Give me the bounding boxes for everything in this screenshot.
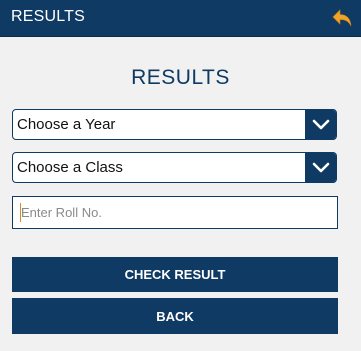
app-bar-title: RESULTS bbox=[11, 8, 86, 25]
top-app-bar: RESULTS bbox=[0, 0, 361, 37]
class-select-value: Choose a Class bbox=[17, 159, 123, 176]
text-caret bbox=[20, 203, 21, 222]
back-button[interactable]: BACK bbox=[12, 298, 338, 334]
year-select[interactable]: Choose a Year bbox=[12, 109, 337, 140]
class-select[interactable]: Choose a Class bbox=[12, 152, 337, 183]
year-select-value: Choose a Year bbox=[17, 116, 116, 133]
check-result-button[interactable]: CHECK RESULT bbox=[12, 257, 338, 292]
roll-number-input[interactable] bbox=[12, 196, 338, 229]
page-title: RESULTS bbox=[131, 66, 230, 89]
chevron-down-icon[interactable] bbox=[305, 153, 336, 182]
results-screen: RESULTS RESULTS Choose a Year Choose a C… bbox=[0, 0, 361, 351]
chevron-down-icon[interactable] bbox=[305, 110, 336, 139]
undo-arrow-icon[interactable] bbox=[331, 6, 355, 30]
